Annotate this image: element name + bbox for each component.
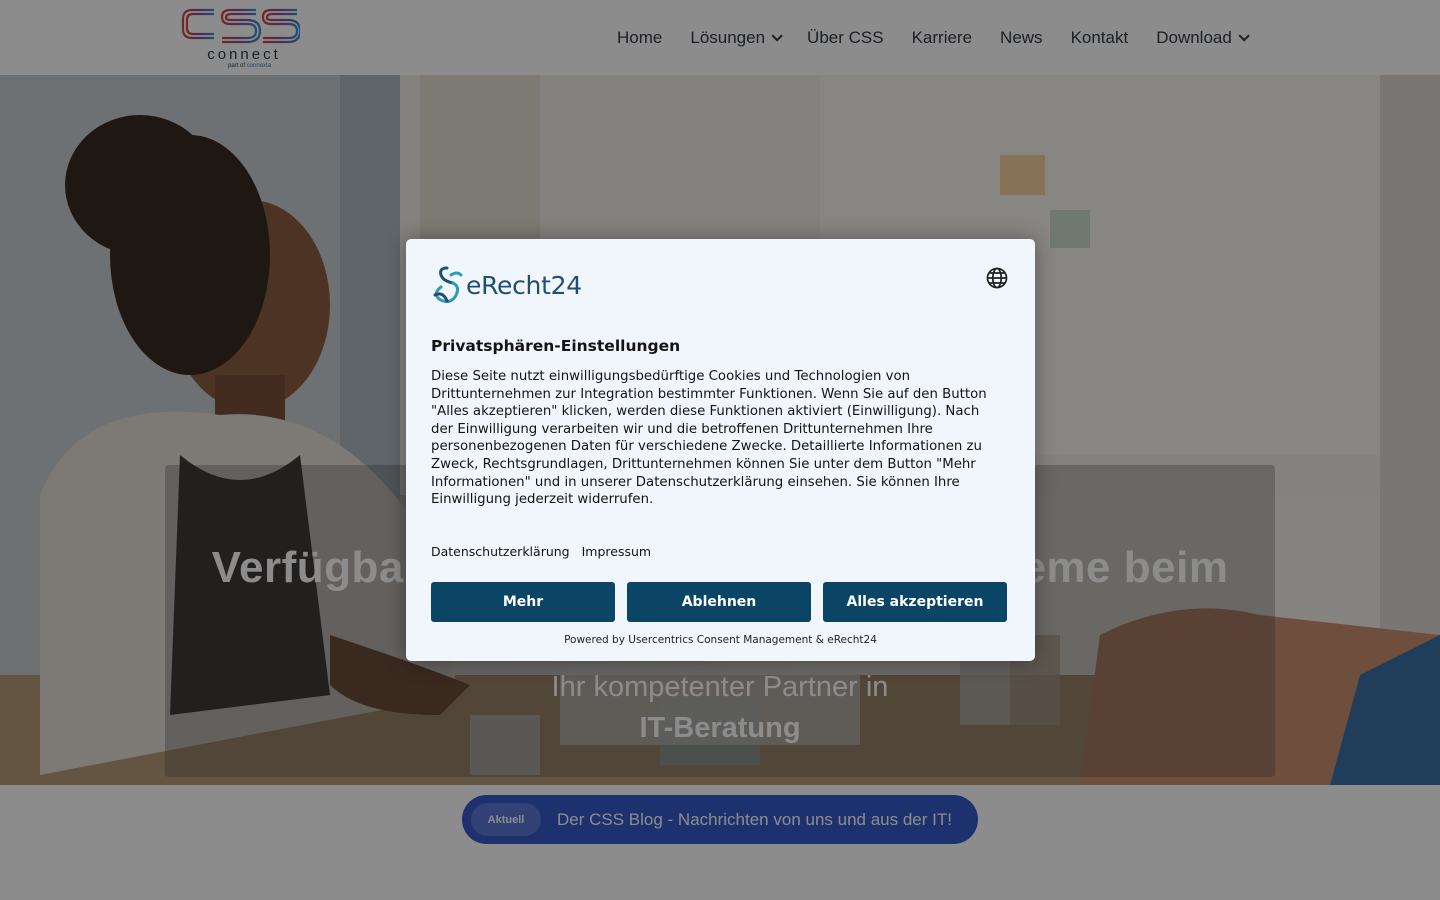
imprint-link[interactable]: Impressum — [582, 544, 651, 559]
more-button[interactable]: Mehr — [431, 582, 615, 622]
consent-buttons: Mehr Ablehnen Alles akzeptieren — [431, 582, 1007, 622]
accept-all-button[interactable]: Alles akzeptieren — [823, 582, 1007, 622]
language-button[interactable] — [985, 266, 1009, 290]
powered-by-text: Powered by Usercentrics Consent Manageme… — [564, 634, 877, 646]
consent-links: Datenschutzerklärung Impressum — [431, 544, 663, 559]
globe-icon — [986, 267, 1008, 289]
erecht24-logo: eRecht24 — [431, 265, 596, 305]
erecht24-mark-icon — [433, 266, 463, 304]
erecht24-wordmark: eRecht24 — [466, 271, 582, 300]
privacy-policy-link[interactable]: Datenschutzerklärung — [431, 544, 570, 559]
deny-button[interactable]: Ablehnen — [627, 582, 811, 622]
consent-title: Privatsphären-Einstellungen — [431, 337, 681, 355]
consent-dialog: eRecht24 Privatsphären-Einstellungen Die… — [406, 239, 1035, 661]
consent-body: Diese Seite nutzt einwilligungsbedürftig… — [431, 369, 987, 508]
